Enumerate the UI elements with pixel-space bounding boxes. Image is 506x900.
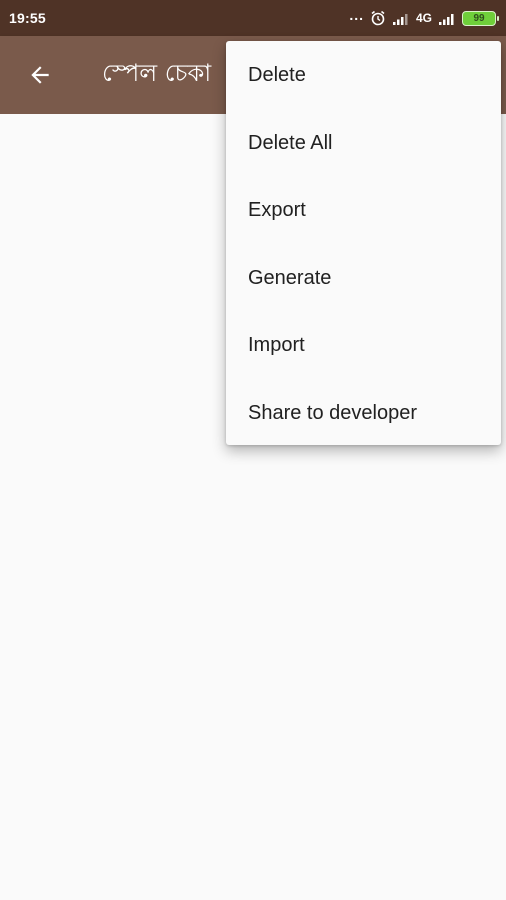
page-title: স্পেল চেকা — [102, 59, 212, 87]
menu-item-share-to-developer[interactable]: Share to developer — [226, 380, 501, 448]
signal-icon — [392, 13, 408, 25]
back-button[interactable] — [12, 47, 68, 103]
menu-item-delete-all[interactable]: Delete All — [226, 110, 501, 178]
status-bar: 19:55 ... 4G 99 — [0, 0, 506, 36]
network-type: 4G — [415, 11, 432, 25]
menu-item-export[interactable]: Export — [226, 177, 501, 245]
notification-dots-icon: ... — [349, 7, 364, 23]
status-icons: ... 4G 99 — [349, 0, 499, 36]
menu-item-generate[interactable]: Generate — [226, 245, 501, 313]
signal-icon-2 — [439, 13, 454, 25]
alarm-icon — [371, 10, 385, 26]
battery-icon: 99 — [462, 10, 499, 26]
overflow-menu: Delete Delete All Export Generate Import… — [226, 41, 501, 445]
menu-item-delete[interactable]: Delete — [226, 42, 501, 110]
arrow-back-icon — [31, 66, 49, 84]
menu-item-import[interactable]: Import — [226, 312, 501, 380]
status-time: 19:55 — [9, 10, 46, 26]
